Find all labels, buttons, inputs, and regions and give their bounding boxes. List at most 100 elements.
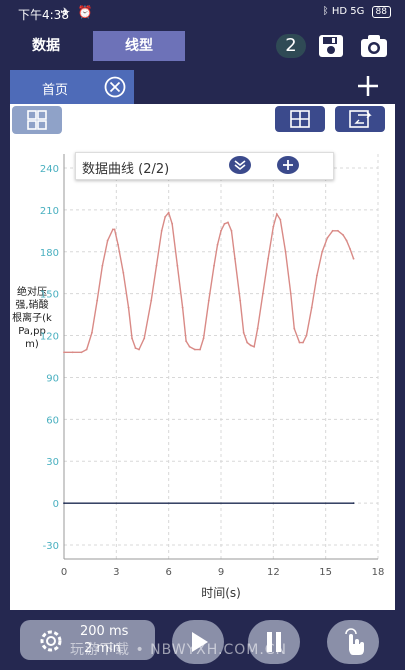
data-point — [302, 341, 304, 344]
top-bar: 数据 线型 2 — [0, 28, 405, 64]
series-dropdown-label: 数据曲线 (2/2) — [82, 162, 170, 177]
data-point — [336, 229, 339, 232]
data-point — [91, 331, 93, 334]
y-tick-label: 120 — [40, 332, 59, 343]
data-point — [111, 228, 114, 231]
data-point — [316, 274, 318, 277]
data-point — [127, 306, 130, 309]
data-point — [249, 344, 252, 347]
x-tick-label: 15 — [319, 567, 332, 578]
data-point — [326, 236, 329, 239]
data-point — [193, 348, 196, 351]
data-point — [101, 264, 104, 267]
bottom-control-bar: 200 ms 2 min 玩游下载 • NBWYXH.COM.CN — [0, 610, 405, 670]
data-point — [131, 337, 133, 340]
data-point — [202, 337, 205, 340]
data-point — [289, 292, 292, 295]
data-point — [171, 222, 174, 225]
close-tab-icon[interactable] — [104, 76, 126, 98]
sampling-interval: 200 ms — [80, 624, 129, 639]
grid-layout-button[interactable] — [12, 106, 62, 134]
expand-down-icon[interactable] — [229, 156, 251, 174]
data-point — [242, 331, 245, 334]
split-view-icon — [290, 110, 310, 128]
data-point — [185, 340, 188, 343]
count-badge[interactable]: 2 — [276, 34, 306, 58]
data-point — [223, 222, 226, 225]
series-line — [64, 211, 355, 354]
y-tick-label: -30 — [43, 541, 59, 552]
tab-line-type[interactable]: 线型 — [93, 31, 185, 61]
series-dropdown[interactable]: 数据曲线 (2/2) — [75, 152, 334, 180]
y-tick-label: 150 — [40, 290, 59, 301]
data-point — [352, 502, 355, 505]
split-view-button[interactable] — [275, 106, 325, 132]
data-point — [122, 271, 125, 274]
y-tick-label: 30 — [46, 457, 59, 468]
x-tick-label: 12 — [267, 567, 280, 578]
data-point — [80, 351, 83, 354]
data-point — [298, 341, 301, 344]
signal-label-2: 5G — [350, 6, 365, 17]
data-point — [253, 345, 256, 348]
data-point — [176, 264, 179, 267]
watermark-text: 玩游下载 • NBWYXH.COM.CN — [70, 642, 288, 658]
data-point — [331, 229, 334, 232]
add-page-icon[interactable] — [356, 74, 380, 98]
data-point — [230, 229, 233, 232]
x-tick-label: 6 — [165, 567, 171, 578]
data-point — [246, 341, 249, 344]
y-tick-label: 90 — [46, 373, 59, 384]
signal-label-1: HD — [331, 6, 348, 17]
x-tick-label: 3 — [113, 567, 119, 578]
swap-view-icon — [349, 110, 372, 128]
data-point — [207, 299, 210, 302]
y-tick-label: 240 — [40, 164, 59, 175]
y-tick-label: 210 — [40, 206, 59, 217]
touch-mode-button[interactable] — [327, 620, 379, 664]
save-icon[interactable] — [318, 34, 344, 58]
data-point — [310, 306, 313, 309]
data-point — [181, 306, 184, 309]
data-point — [71, 351, 74, 354]
data-point — [213, 264, 215, 267]
line-chart[interactable]: 0 3 6 9 12 15 18 -30 0 30 60 90 120 150 180 210 240 时间(s) — [10, 144, 395, 610]
data-point — [279, 218, 282, 221]
page-tab-bar: 首页 — [10, 70, 395, 104]
data-point — [138, 348, 140, 351]
data-point — [106, 239, 109, 242]
data-point — [63, 502, 65, 505]
data-point — [96, 299, 99, 302]
data-point — [284, 250, 287, 253]
data-point — [345, 239, 348, 242]
touch-hand-icon — [345, 628, 364, 655]
data-point — [293, 327, 296, 330]
page-tab-label: 首页 — [42, 83, 69, 98]
data-point — [267, 257, 269, 260]
battery-icon: 88 — [371, 6, 391, 18]
add-series-icon[interactable] — [277, 156, 299, 174]
data-point — [272, 225, 275, 228]
tab-data[interactable]: 数据 — [10, 31, 82, 61]
y-tick-label: 0 — [53, 499, 59, 510]
x-tick-label: 18 — [372, 567, 385, 578]
data-point — [342, 234, 345, 236]
data-point — [85, 348, 88, 351]
data-point — [216, 243, 219, 246]
data-point — [155, 264, 158, 267]
data-point — [134, 347, 137, 350]
camera-icon[interactable] — [360, 34, 388, 58]
data-point — [321, 250, 324, 253]
data-point — [164, 215, 167, 218]
data-point — [150, 299, 153, 302]
data-point — [305, 334, 308, 337]
data-point — [220, 229, 222, 232]
x-axis-label: 时间(s) — [201, 586, 241, 600]
data-point — [352, 257, 355, 260]
y-tick-label: 180 — [40, 248, 59, 259]
x-tick-label: 0 — [61, 567, 67, 578]
page-tab-home[interactable]: 首页 — [10, 70, 134, 104]
status-bar: 下午4:38 ✈ ⏰ ᛒ HD 5G 88 — [0, 0, 405, 28]
swap-view-button[interactable] — [335, 106, 385, 132]
data-point — [261, 292, 264, 295]
